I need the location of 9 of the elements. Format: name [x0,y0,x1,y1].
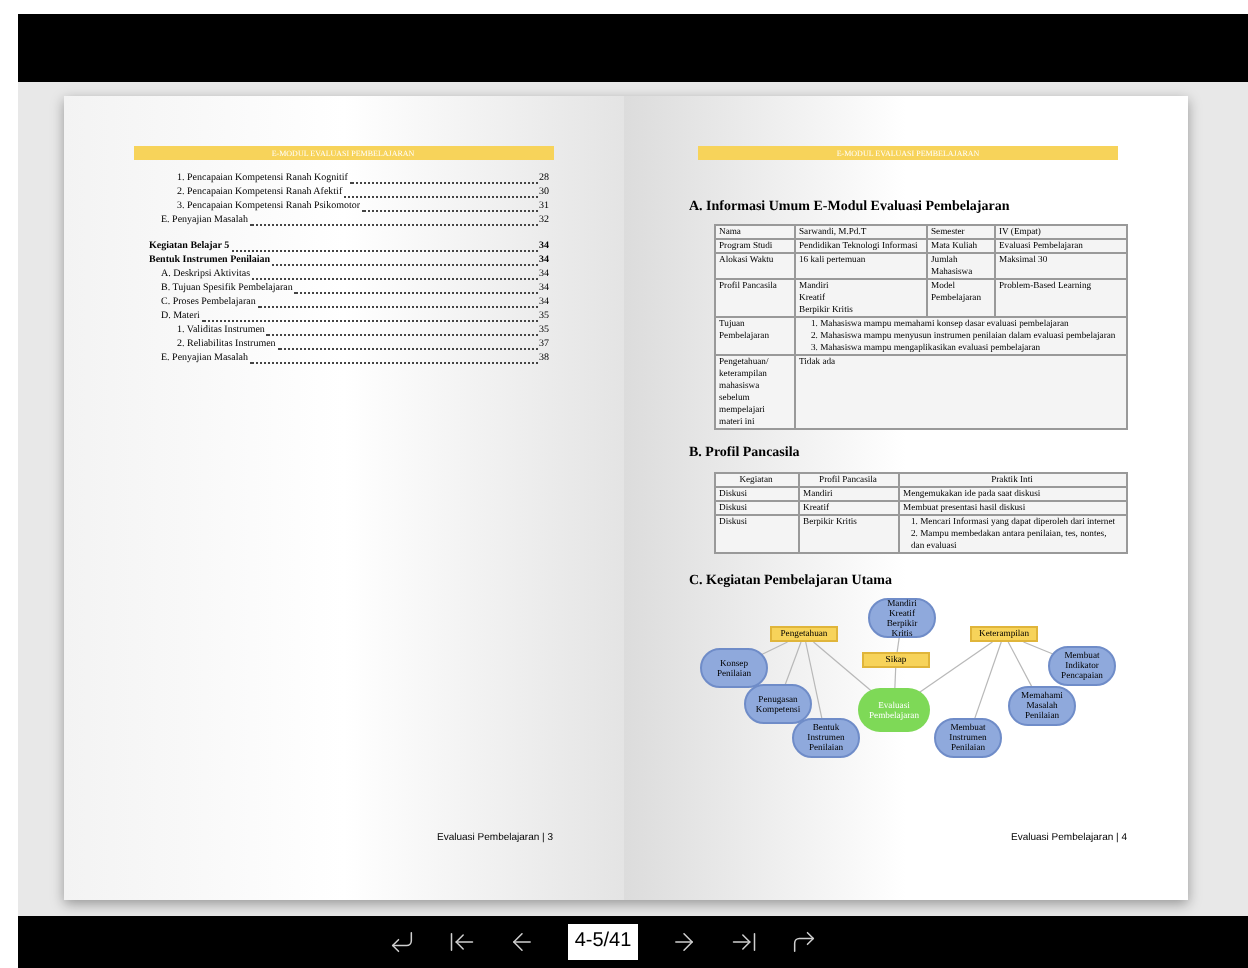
connector-line [894,666,897,688]
next-icon[interactable] [669,928,698,956]
first-page-icon[interactable] [448,928,477,956]
last-page-icon[interactable] [729,928,758,956]
page-number-field[interactable]: 4-5/41 [568,924,638,960]
connector-line [896,636,900,652]
corner-arrow-icon[interactable] [789,928,818,956]
previous-icon[interactable] [508,928,537,956]
return-arrow-icon[interactable] [388,928,417,956]
